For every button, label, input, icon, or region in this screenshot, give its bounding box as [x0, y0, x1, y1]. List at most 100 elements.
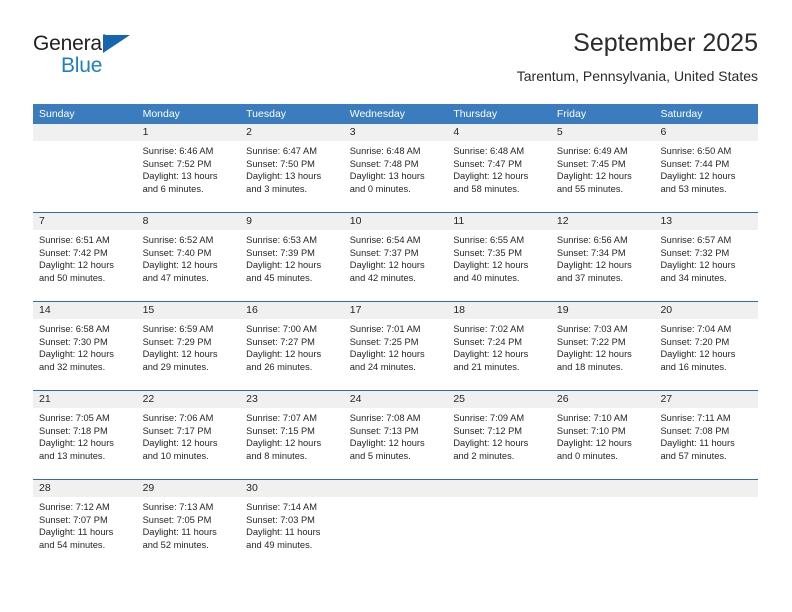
day-number[interactable]: 20	[654, 302, 758, 319]
day-detail-line: Sunset: 7:07 PM	[39, 514, 108, 525]
day-cell[interactable]: Sunrise: 6:48 AM Sunset: 7:47 PM Daylight:…	[447, 141, 551, 212]
day-cell[interactable]: Sunrise: 7:00 AM Sunset: 7:27 PM Daylight:…	[240, 319, 344, 390]
day-detail-line: Sunrise: 7:08 AM	[349, 413, 421, 423]
day-detail-band: Sunrise: 6:58 AM Sunset: 7:30 PM Daylight:…	[33, 319, 758, 390]
generalblue-logo[interactable]: General Blue	[33, 32, 153, 80]
day-number[interactable]: 27	[654, 391, 758, 408]
day-detail-line: Daylight: 12 hours	[556, 171, 632, 182]
day-cell[interactable]: Sunrise: 7:08 AM Sunset: 7:13 PM Daylight:…	[344, 408, 448, 479]
day-detail-line: Daylight: 12 hours	[246, 260, 322, 271]
day-detail-line: Sunset: 7:39 PM	[246, 247, 315, 258]
day-detail-line: Sunrise: 7:10 AM	[556, 413, 628, 423]
day-detail-line: Sunset: 7:13 PM	[349, 425, 419, 436]
day-cell[interactable]: Sunrise: 6:53 AM Sunset: 7:39 PM Daylight:…	[240, 230, 344, 301]
day-detail-line: Sunrise: 6:50 AM	[660, 146, 732, 156]
day-detail-line: Sunrise: 6:54 AM	[349, 235, 421, 245]
day-number[interactable]: 7	[33, 213, 137, 230]
day-cell[interactable]: Sunrise: 7:05 AM Sunset: 7:18 PM Daylight:…	[33, 408, 137, 479]
day-detail-line: Daylight: 12 hours	[660, 260, 736, 271]
day-detail-line: Sunset: 7:08 PM	[660, 425, 730, 436]
day-number[interactable]: 10	[344, 213, 448, 230]
day-number[interactable]: 11	[447, 213, 551, 230]
day-cell[interactable]: Sunrise: 7:13 AM Sunset: 7:05 PM Daylight:…	[137, 497, 241, 568]
day-number[interactable]: 4	[447, 124, 551, 141]
day-detail-line: and 3 minutes.	[246, 183, 308, 194]
day-cell[interactable]: Sunrise: 7:11 AM Sunset: 7:08 PM Daylight:…	[654, 408, 758, 479]
day-detail-line: Sunset: 7:12 PM	[453, 425, 523, 436]
day-cell[interactable]: Sunrise: 6:46 AM Sunset: 7:52 PM Daylight:…	[137, 141, 241, 212]
day-detail-line: Sunset: 7:17 PM	[142, 425, 212, 436]
day-cell[interactable]: Sunrise: 7:06 AM Sunset: 7:17 PM Daylight:…	[137, 408, 241, 479]
day-cell-empty	[654, 497, 758, 568]
day-number[interactable]: 8	[137, 213, 241, 230]
day-number[interactable]: 25	[447, 391, 551, 408]
day-cell[interactable]: Sunrise: 6:49 AM Sunset: 7:45 PM Daylight:…	[551, 141, 655, 212]
day-number[interactable]: 2	[240, 124, 344, 141]
day-cell[interactable]: Sunrise: 6:54 AM Sunset: 7:37 PM Daylight:…	[344, 230, 448, 301]
day-detail-line: Sunrise: 7:06 AM	[142, 413, 214, 423]
day-cell[interactable]: Sunrise: 6:58 AM Sunset: 7:30 PM Daylight:…	[33, 319, 137, 390]
day-cell[interactable]: Sunrise: 7:12 AM Sunset: 7:07 PM Daylight:…	[33, 497, 137, 568]
day-number[interactable]: 6	[654, 124, 758, 141]
day-detail-line: Daylight: 12 hours	[349, 438, 425, 449]
day-number[interactable]: 14	[33, 302, 137, 319]
day-cell[interactable]: Sunrise: 7:01 AM Sunset: 7:25 PM Daylight:…	[344, 319, 448, 390]
day-number[interactable]: 21	[33, 391, 137, 408]
day-cell[interactable]: Sunrise: 6:55 AM Sunset: 7:35 PM Daylight:…	[447, 230, 551, 301]
calendar-weeks: 1 2 3 4 5 6 Sunrise: 6:46 AM Sunset: 7:52 PM Day…	[33, 124, 758, 568]
day-cell[interactable]: Sunrise: 6:50 AM Sunset: 7:44 PM Daylight:…	[654, 141, 758, 212]
day-detail-line: Sunrise: 6:46 AM	[142, 146, 214, 156]
day-number[interactable]: 17	[344, 302, 448, 319]
day-cell[interactable]: Sunrise: 7:07 AM Sunset: 7:15 PM Daylight:…	[240, 408, 344, 479]
day-number[interactable]: 5	[551, 124, 655, 141]
day-detail-line: Daylight: 12 hours	[349, 260, 425, 271]
day-cell[interactable]: Sunrise: 6:59 AM Sunset: 7:29 PM Daylight:…	[137, 319, 241, 390]
day-detail-band: Sunrise: 6:46 AM Sunset: 7:52 PM Daylight:…	[33, 141, 758, 212]
day-detail-line: Sunset: 7:32 PM	[660, 247, 730, 258]
day-cell[interactable]: Sunrise: 6:52 AM Sunset: 7:40 PM Daylight:…	[137, 230, 241, 301]
day-number[interactable]: 1	[137, 124, 241, 141]
day-number[interactable]: 28	[33, 480, 137, 497]
day-detail-line: Daylight: 12 hours	[39, 349, 114, 360]
day-cell[interactable]: Sunrise: 6:56 AM Sunset: 7:34 PM Daylight:…	[551, 230, 655, 301]
day-number[interactable]: 13	[654, 213, 758, 230]
day-number[interactable]: 26	[551, 391, 655, 408]
day-detail-line: and 6 minutes.	[142, 183, 204, 194]
day-cell[interactable]: Sunrise: 6:48 AM Sunset: 7:48 PM Daylight:…	[344, 141, 448, 212]
day-cell[interactable]: Sunrise: 6:51 AM Sunset: 7:42 PM Daylight:…	[33, 230, 137, 301]
day-detail-line: Sunrise: 7:13 AM	[142, 502, 214, 512]
day-cell[interactable]: Sunrise: 7:04 AM Sunset: 7:20 PM Daylight:…	[654, 319, 758, 390]
day-number[interactable]: 19	[551, 302, 655, 319]
day-number[interactable]: 9	[240, 213, 344, 230]
day-detail-line: Sunset: 7:24 PM	[453, 336, 523, 347]
day-cell[interactable]: Sunrise: 7:03 AM Sunset: 7:22 PM Daylight:…	[551, 319, 655, 390]
day-detail-line: Daylight: 11 hours	[39, 527, 114, 538]
day-cell[interactable]: Sunrise: 6:57 AM Sunset: 7:32 PM Daylight:…	[654, 230, 758, 301]
day-number[interactable]: 22	[137, 391, 241, 408]
day-detail-line: Daylight: 12 hours	[39, 260, 114, 271]
day-detail-line: Sunset: 7:35 PM	[453, 247, 523, 258]
day-number[interactable]: 18	[447, 302, 551, 319]
day-detail-line: Sunrise: 6:58 AM	[39, 324, 110, 334]
day-cell[interactable]: Sunrise: 6:47 AM Sunset: 7:50 PM Daylight:…	[240, 141, 344, 212]
day-cell[interactable]: Sunrise: 7:09 AM Sunset: 7:12 PM Daylight:…	[447, 408, 551, 479]
day-detail-line: Sunset: 7:52 PM	[142, 158, 212, 169]
day-cell[interactable]: Sunrise: 7:14 AM Sunset: 7:03 PM Daylight:…	[240, 497, 344, 568]
day-number[interactable]: 3	[344, 124, 448, 141]
day-number[interactable]: 24	[344, 391, 448, 408]
day-number[interactable]: 16	[240, 302, 344, 319]
day-number[interactable]: 15	[137, 302, 241, 319]
weekday-header-thursday: Thursday	[453, 108, 498, 120]
day-detail-line: Sunrise: 7:03 AM	[556, 324, 628, 334]
day-cell[interactable]: Sunrise: 7:10 AM Sunset: 7:10 PM Daylight:…	[551, 408, 655, 479]
day-number[interactable]: 30	[240, 480, 344, 497]
day-cell-empty	[447, 497, 551, 568]
day-number[interactable]: 12	[551, 213, 655, 230]
day-detail-line: and 16 minutes.	[660, 361, 727, 372]
day-number[interactable]: 23	[240, 391, 344, 408]
day-number[interactable]: 29	[137, 480, 241, 497]
day-detail-line: and 57 minutes.	[660, 450, 727, 461]
day-cell[interactable]: Sunrise: 7:02 AM Sunset: 7:24 PM Daylight:…	[447, 319, 551, 390]
day-detail-line: and 53 minutes.	[660, 183, 727, 194]
day-detail-line: Daylight: 12 hours	[453, 171, 529, 182]
